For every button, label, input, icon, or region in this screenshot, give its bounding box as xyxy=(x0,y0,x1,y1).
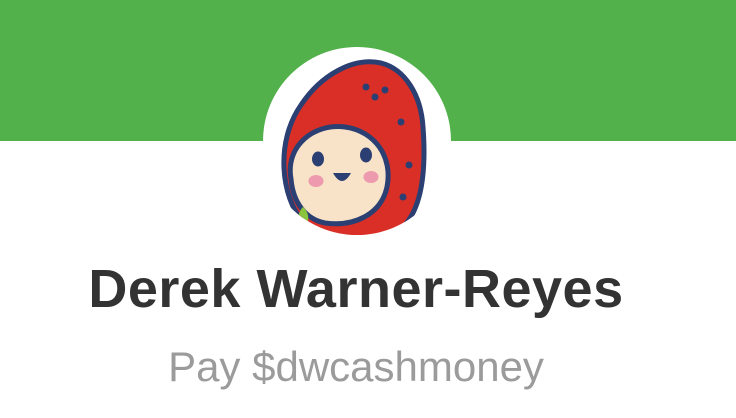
pay-cashtag-link[interactable]: Pay $dwcashmoney xyxy=(0,343,712,391)
profile-page: Derek Warner-Reyes Pay $dwcashmoney xyxy=(0,0,736,418)
avatar[interactable] xyxy=(263,47,451,235)
strawberry-avatar-icon xyxy=(281,59,427,235)
profile-name: Derek Warner-Reyes xyxy=(88,259,624,319)
